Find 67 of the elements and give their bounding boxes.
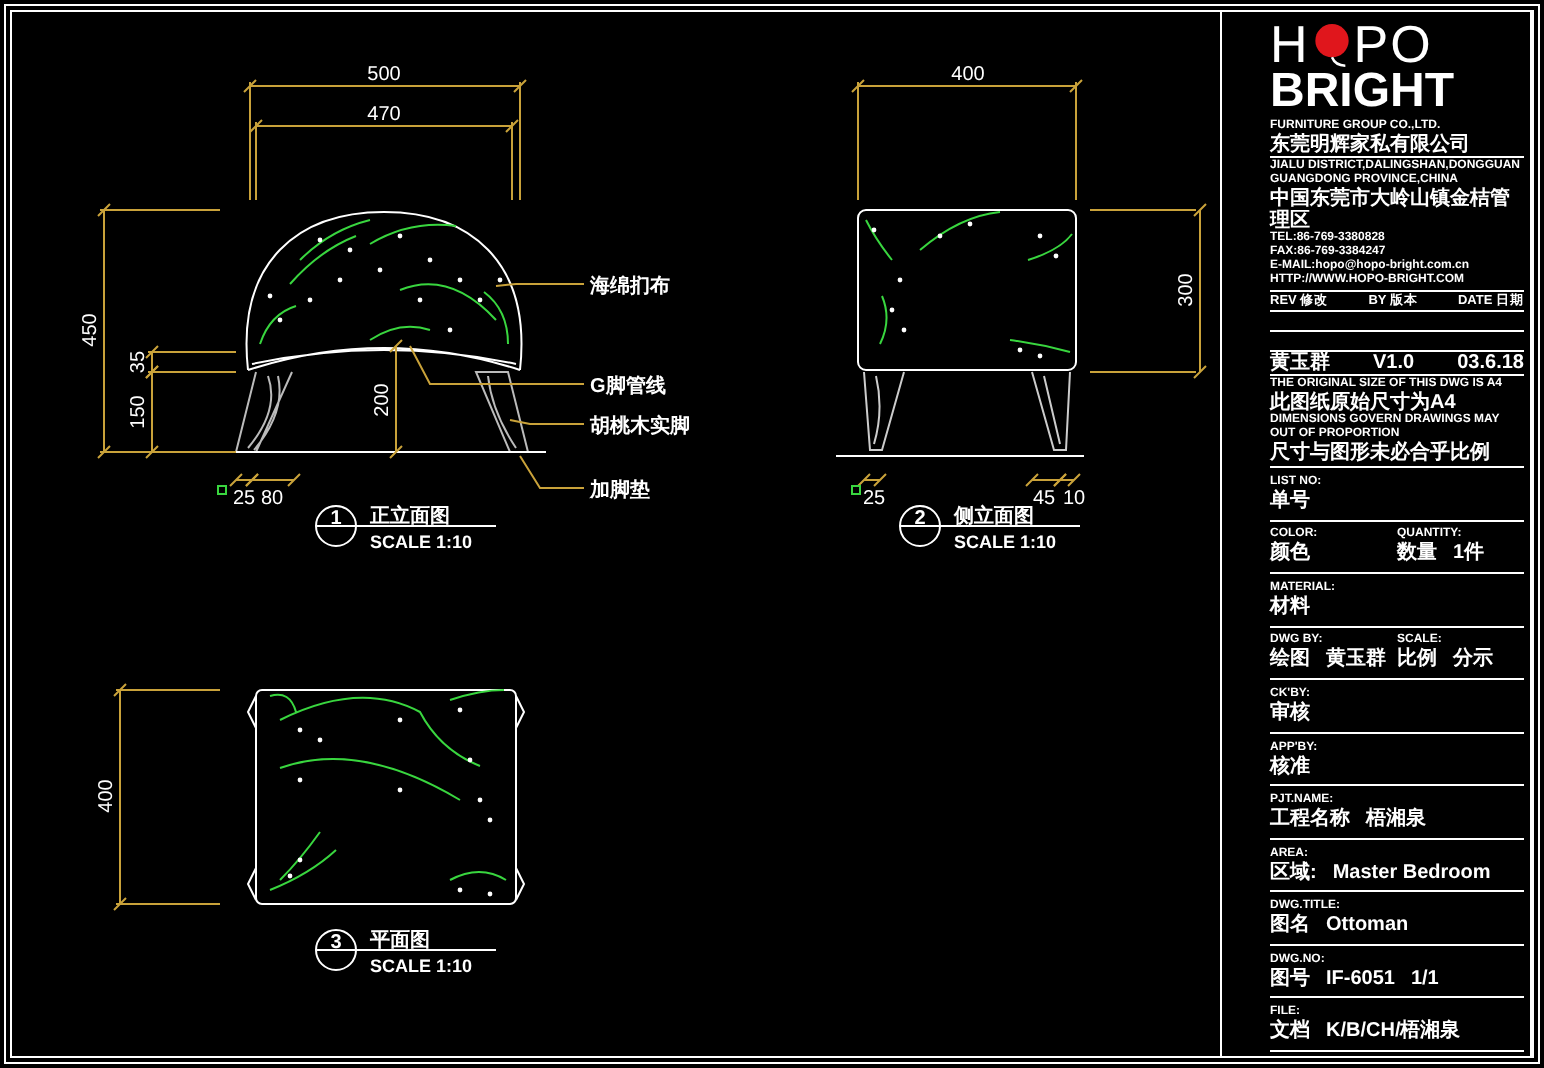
view-number-badge: 2 [899, 505, 941, 547]
note-text: 尺寸与图形未必合乎比例 [1270, 442, 1490, 464]
field-value: K/B/CH/梧湘泉 [1326, 1020, 1461, 1043]
note-text: 此图纸原始尺寸为A4 [1270, 392, 1456, 414]
sheet-count: 1/1 [1410, 967, 1439, 990]
field-name: 颜色 [1270, 542, 1310, 565]
callout-label: 胡桃木实脚 [590, 416, 690, 438]
field-name: 图名 [1270, 914, 1310, 937]
callout-label: 海绵扪布 [590, 276, 670, 298]
field-name: 数量 [1397, 542, 1437, 565]
view-number-badge: 3 [315, 929, 357, 971]
leader-line [509, 419, 585, 425]
view-title: 侧立面图 [954, 506, 1034, 528]
callout-label: G脚管线 [590, 376, 666, 398]
field-value: 1件 [1453, 542, 1485, 565]
logo-text: H [1270, 20, 1310, 68]
dimension-label: 400 [96, 779, 118, 813]
dimension-label: 300 [1176, 273, 1198, 307]
field-name: 图号 [1270, 967, 1310, 990]
dimension-label: 500 [367, 64, 401, 86]
field-value: 黄玉群 [1326, 648, 1386, 671]
field-value: Master Bedroom [1332, 861, 1491, 884]
field-value: 梧湘泉 [1366, 808, 1426, 831]
revision-date: 03.6.18 [1457, 352, 1524, 374]
grip-square-icon [851, 485, 861, 495]
dimension-line [389, 339, 403, 459]
field-name: 核准 [1270, 755, 1310, 777]
logo-text: PO [1353, 20, 1433, 68]
leader-line [519, 455, 585, 489]
dimension-label: 400 [951, 64, 985, 86]
dimension-label: 45 [1032, 488, 1056, 510]
field-name: 绘图 [1270, 648, 1310, 671]
callout-label: 加脚垫 [590, 480, 650, 502]
dimension-label: 25 [232, 488, 256, 510]
dimension-label: 80 [260, 488, 284, 510]
dimension-label: 200 [372, 383, 394, 417]
field-name: 材料 [1270, 595, 1310, 618]
dimension-label: 35 [128, 350, 150, 374]
dimension-label: 470 [367, 104, 401, 126]
dimension-label: 25 [862, 488, 886, 510]
view-title: 正立面图 [370, 506, 450, 528]
logo-text: BRIGHT [1270, 68, 1456, 116]
view-scale: SCALE 1:10 [370, 956, 473, 976]
field-value: 分示 [1453, 648, 1493, 671]
field-name: 工程名称 [1270, 808, 1350, 831]
revision-version: V1.0 [1373, 352, 1415, 374]
grip-square-icon [217, 485, 227, 495]
view-number-badge: 1 [315, 505, 357, 547]
view-scale: SCALE 1:10 [370, 532, 473, 552]
view-title: 平面图 [370, 930, 430, 952]
revision-author: 黄玉群 [1270, 352, 1330, 374]
address-text: 中国东莞市大岭山镇金桔管理区 [1270, 188, 1512, 232]
dimension-label: 10 [1062, 488, 1086, 510]
field-name: 文档 [1270, 1020, 1310, 1043]
dimension-line [857, 473, 887, 487]
dimension-label: 150 [128, 395, 150, 429]
field-name: 单号 [1270, 489, 1310, 512]
field-name: 比例 [1397, 648, 1437, 671]
field-name: 审核 [1270, 701, 1310, 724]
view-scale: SCALE 1:10 [954, 532, 1057, 552]
field-value: IF-6051 [1326, 967, 1395, 990]
field-value: Ottoman [1326, 914, 1409, 937]
dimension-label: 450 [80, 313, 102, 347]
leader-line [495, 283, 585, 287]
logo-ball-icon [1311, 20, 1352, 68]
field-name: 区域: [1270, 861, 1317, 884]
company-name: 东莞明辉家私有限公司 [1270, 134, 1470, 156]
